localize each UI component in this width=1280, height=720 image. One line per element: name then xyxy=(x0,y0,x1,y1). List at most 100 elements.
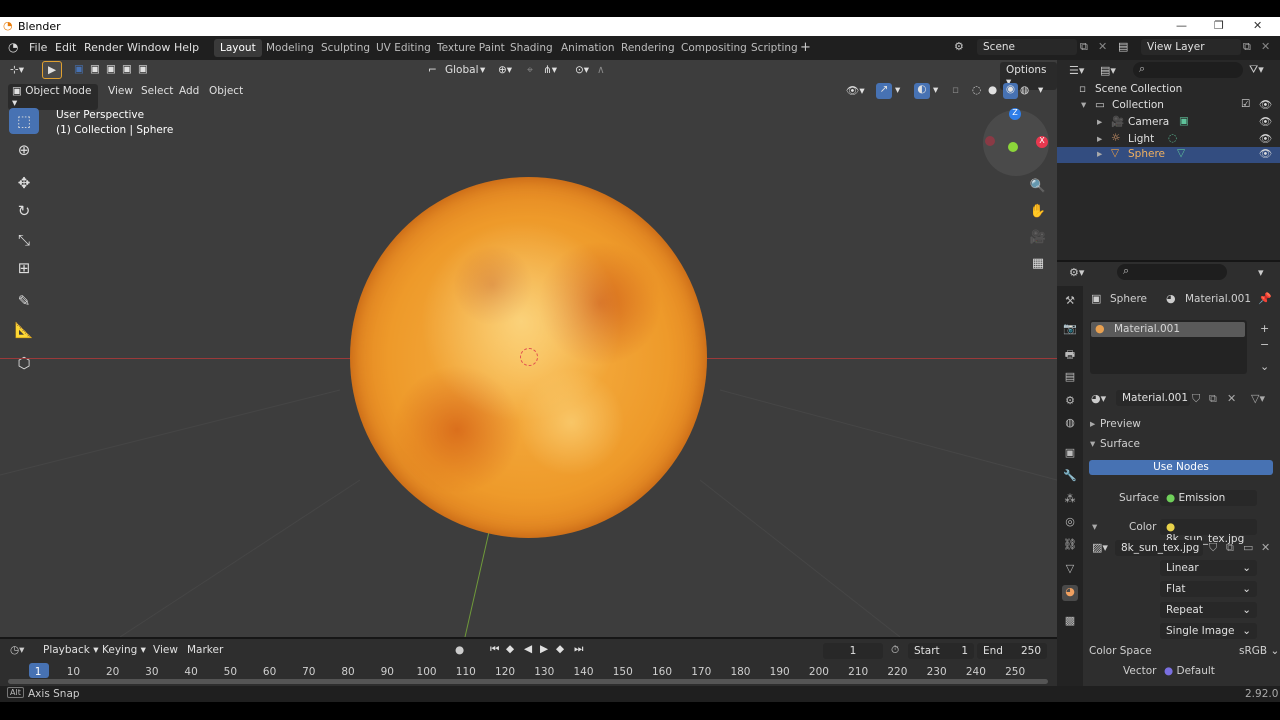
view-layer-icon[interactable]: ▤ xyxy=(1118,40,1128,53)
add-workspace-icon[interactable]: + xyxy=(800,40,811,55)
menu-window[interactable]: Window xyxy=(127,41,170,54)
chevron-down-icon[interactable]: ▾ xyxy=(1258,266,1264,279)
scene-tab-icon[interactable]: ⚙ xyxy=(1062,394,1078,410)
scene-field[interactable]: Scene xyxy=(977,39,1077,55)
outliner-search-input[interactable]: ⌕ xyxy=(1133,62,1243,78)
duplicate-icon[interactable]: ⧉ xyxy=(1226,541,1234,555)
outliner-editor-icon[interactable]: ☰▾ xyxy=(1069,64,1084,77)
tab-layout[interactable]: Layout xyxy=(214,39,262,57)
tab-uv-editing[interactable]: UV Editing xyxy=(370,39,437,57)
outliner-collection[interactable]: ▾ ▭ Collection ☑ 👁 xyxy=(1057,98,1280,114)
outliner-item-light[interactable]: ▸ ☼ Light ◌ 👁 xyxy=(1057,132,1280,148)
tab-texture-paint[interactable]: Texture Paint xyxy=(431,39,511,57)
unlink-icon[interactable]: ✕ xyxy=(1227,392,1236,405)
navigation-gizmo[interactable]: Z X xyxy=(983,108,1049,176)
folder-icon[interactable]: ▭ xyxy=(1243,541,1253,554)
output-tab-icon[interactable]: 🖶 xyxy=(1062,346,1078,362)
close-icon[interactable]: ✕ xyxy=(1253,19,1262,32)
panel-preview[interactable]: Preview xyxy=(1100,418,1141,430)
mesh-data-tab-icon[interactable]: ▽ xyxy=(1062,562,1078,578)
remove-view-layer-icon[interactable]: ✕ xyxy=(1261,40,1270,53)
new-scene-icon[interactable]: ⧉ xyxy=(1080,40,1088,54)
ortho-grid-icon[interactable]: ▦ xyxy=(1028,256,1048,276)
tab-sculpting[interactable]: Sculpting xyxy=(315,39,376,57)
surface-field[interactable]: ● Emission xyxy=(1160,490,1257,506)
pin-icon[interactable]: 📌 xyxy=(1258,292,1272,305)
vector-field[interactable]: ● Default xyxy=(1164,665,1215,677)
particles-tab-icon[interactable]: ⁂ xyxy=(1062,492,1078,508)
expand-arrow-icon[interactable]: ▸ xyxy=(1097,116,1102,128)
checkbox-icon[interactable]: ☑ xyxy=(1241,98,1250,110)
properties-editor-icon[interactable]: ⚙▾ xyxy=(1069,266,1084,279)
image-icon[interactable]: ▨▾ xyxy=(1092,541,1108,554)
image-name-field[interactable]: 8k_sun_tex.jpg xyxy=(1115,540,1203,556)
source-dropdown[interactable]: Single Image ⌄ xyxy=(1160,623,1257,639)
tab-modeling[interactable]: Modeling xyxy=(260,39,320,57)
unlink-icon[interactable]: ✕ xyxy=(1261,541,1270,554)
duplicate-icon[interactable]: ⧉ xyxy=(1209,392,1217,406)
expand-arrow-icon[interactable]: ▸ xyxy=(1097,148,1102,160)
panel-surface[interactable]: Surface xyxy=(1100,438,1140,450)
tab-rendering[interactable]: Rendering xyxy=(615,39,681,57)
expand-arrow-icon[interactable]: ▸ xyxy=(1097,133,1102,145)
y-axis-icon[interactable] xyxy=(1008,142,1018,152)
tab-compositing[interactable]: Compositing xyxy=(675,39,753,57)
texture-tab-icon[interactable]: ▩ xyxy=(1062,614,1078,630)
browse-material-icon[interactable]: ◕▾ xyxy=(1091,392,1106,405)
render-tab-icon[interactable]: 📷 xyxy=(1062,322,1078,338)
object-tab-icon[interactable]: ▣ xyxy=(1062,446,1078,462)
material-tab-icon[interactable]: ◕ xyxy=(1062,585,1078,601)
neg-x-axis-icon[interactable] xyxy=(985,136,995,146)
remove-slot-icon[interactable]: − xyxy=(1260,338,1269,351)
fake-user-icon[interactable]: ⛉ xyxy=(1209,541,1217,555)
remove-scene-icon[interactable]: ✕ xyxy=(1098,40,1107,53)
maximize-icon[interactable]: ❐ xyxy=(1214,19,1224,32)
physics-tab-icon[interactable]: ◎ xyxy=(1062,515,1078,531)
collapse-arrow-icon[interactable]: ▸ xyxy=(1090,418,1095,430)
outliner-scene-collection[interactable]: ▫ Scene Collection xyxy=(1057,82,1280,98)
add-slot-icon[interactable]: + xyxy=(1260,322,1269,335)
tab-animation[interactable]: Animation xyxy=(555,39,621,57)
fake-user-icon[interactable]: ⛉ xyxy=(1192,392,1200,406)
3d-viewport[interactable]: ⊹▾ ▶ ▣ ▣ ▣ ▣ ▣ ⌐ Global ▾ ⊕▾ ⌖ ⋔▾ ⊙▾ ∧ O… xyxy=(0,60,1057,637)
color-field[interactable]: ● 8k_sun_tex.jpg xyxy=(1160,519,1257,545)
expand-arrow-icon[interactable]: ▾ xyxy=(1092,521,1097,533)
minimize-icon[interactable]: — xyxy=(1176,19,1187,32)
properties-search-input[interactable]: ⌕ xyxy=(1117,264,1227,280)
outliner-item-camera[interactable]: ▸ 🎥 Camera ▣ 👁 xyxy=(1057,115,1280,131)
expand-arrow-icon[interactable]: ▾ xyxy=(1081,99,1086,111)
menu-file[interactable]: File xyxy=(29,41,47,54)
menu-help[interactable]: Help xyxy=(174,41,199,54)
view-layer-tab-icon[interactable]: ▤ xyxy=(1062,370,1078,386)
eye-icon[interactable]: 👁 xyxy=(1259,147,1272,160)
modifier-tab-icon[interactable]: 🔧 xyxy=(1062,469,1078,485)
use-nodes-button[interactable]: Use Nodes xyxy=(1089,460,1273,475)
color-space-dropdown[interactable]: sRGB ⌄ xyxy=(1239,645,1279,657)
link-icon[interactable]: ▽▾ xyxy=(1251,392,1265,405)
material-field[interactable]: Material.001 xyxy=(1116,390,1190,406)
expand-arrow-icon[interactable]: ▾ xyxy=(1090,438,1095,450)
extension-dropdown[interactable]: Repeat ⌄ xyxy=(1160,602,1257,618)
eye-icon[interactable]: 👁 xyxy=(1259,132,1272,145)
outliner-item-sphere[interactable]: ▸ ▽ Sphere ▽ 👁 xyxy=(1057,147,1280,163)
scene-icon[interactable]: ⚙ xyxy=(954,40,964,53)
display-mode-icon[interactable]: ▤▾ xyxy=(1100,64,1116,77)
filter-icon[interactable]: ⛛▾ xyxy=(1249,63,1264,77)
world-tab-icon[interactable]: ◍ xyxy=(1062,416,1078,432)
constraints-tab-icon[interactable]: ⛓ xyxy=(1062,538,1078,554)
interpolation-dropdown[interactable]: Linear ⌄ xyxy=(1160,560,1257,576)
projection-dropdown[interactable]: Flat ⌄ xyxy=(1160,581,1257,597)
tab-scripting[interactable]: Scripting xyxy=(745,39,804,57)
menu-edit[interactable]: Edit xyxy=(55,41,76,54)
x-axis-icon[interactable]: X xyxy=(1036,136,1048,148)
timeline-scrollbar[interactable] xyxy=(8,679,1048,684)
zoom-icon[interactable]: 🔍 xyxy=(1028,179,1048,199)
pan-hand-icon[interactable]: ✋ xyxy=(1028,204,1048,224)
new-view-layer-icon[interactable]: ⧉ xyxy=(1243,40,1251,54)
eye-icon[interactable]: 👁 xyxy=(1259,98,1272,111)
tab-shading[interactable]: Shading xyxy=(504,39,559,57)
material-slot-item[interactable]: ● Material.001 xyxy=(1091,322,1245,337)
camera-view-icon[interactable]: 🎥 xyxy=(1028,230,1048,250)
z-axis-icon[interactable]: Z xyxy=(1009,108,1021,120)
eye-icon[interactable]: 👁 xyxy=(1259,115,1272,128)
